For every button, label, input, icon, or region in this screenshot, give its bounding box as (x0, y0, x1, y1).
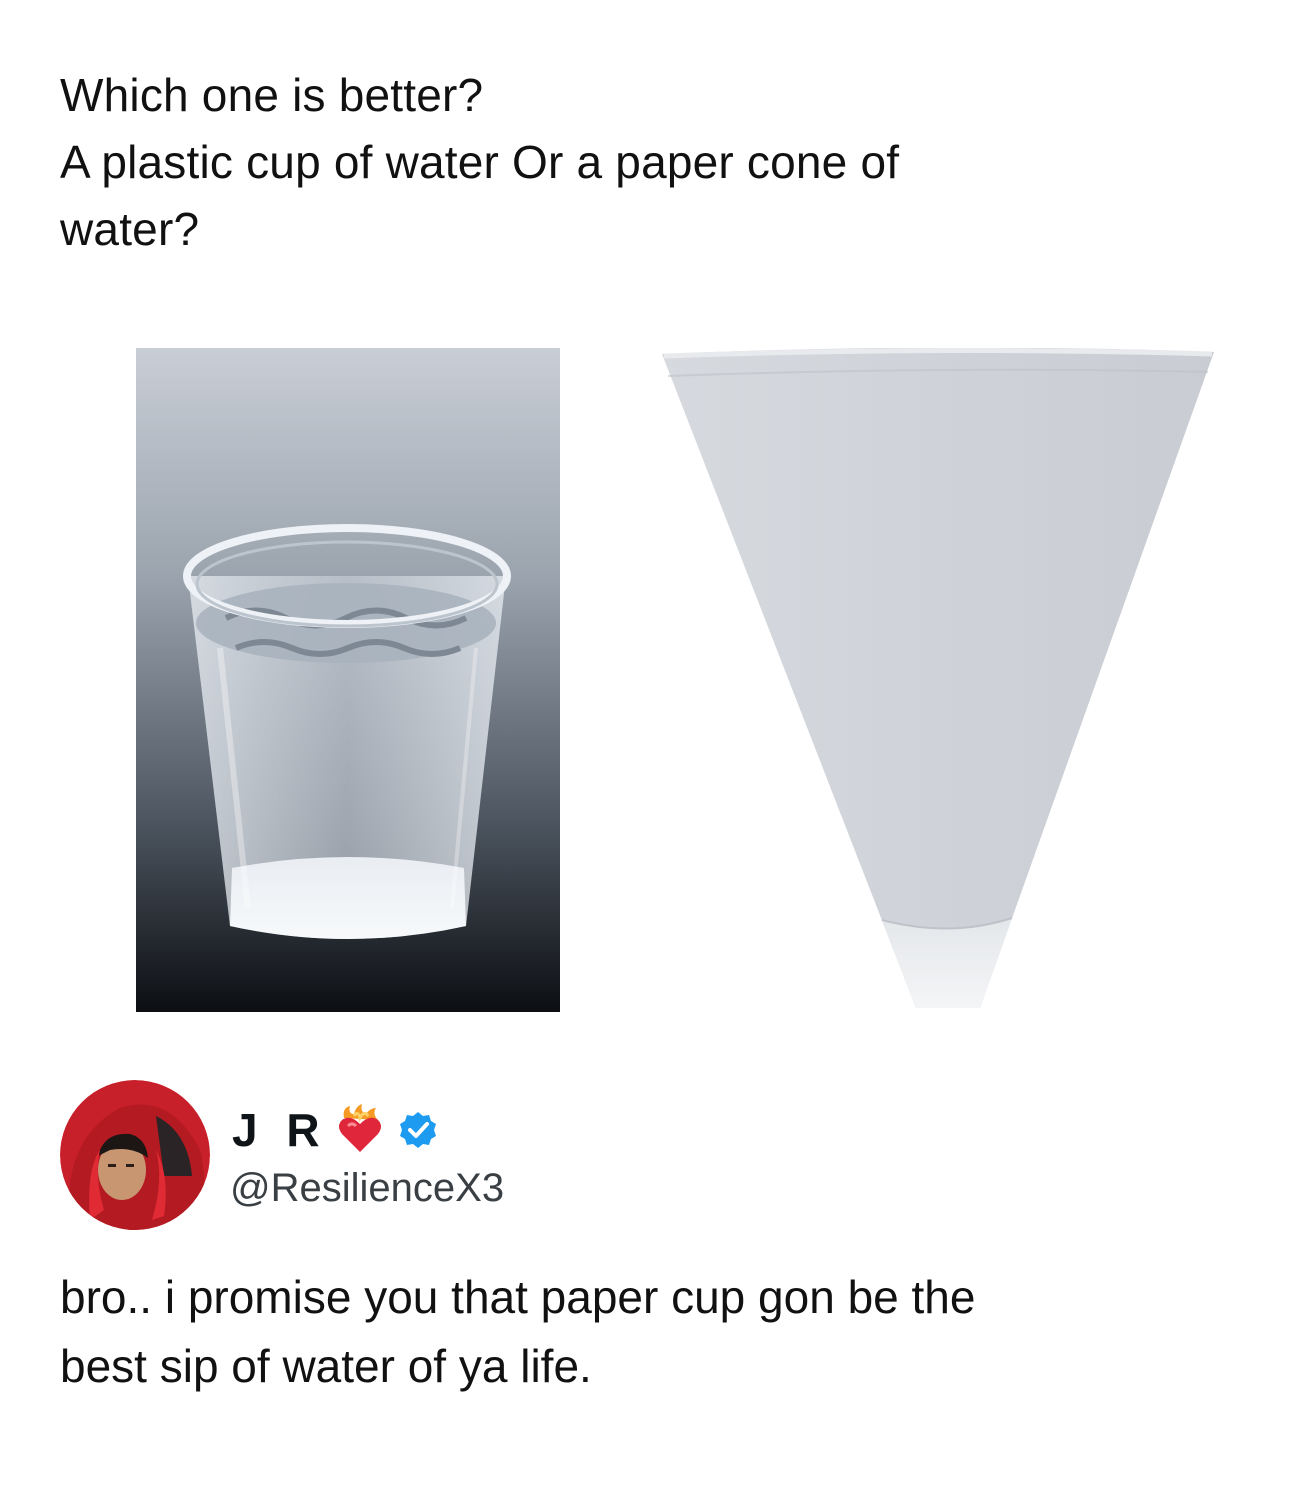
paper-cone-image[interactable] (660, 348, 1220, 1012)
question-line-3: water? (60, 203, 200, 255)
heart-on-fire-icon (334, 1104, 386, 1156)
verified-badge-icon[interactable] (396, 1108, 440, 1152)
question-line-2: A plastic cup of water Or a paper cone o… (60, 136, 900, 188)
plastic-cup-image[interactable] (136, 348, 560, 1012)
reply-line-2: best sip of water of ya life. (60, 1340, 592, 1392)
display-name[interactable]: J R (232, 1103, 328, 1157)
user-avatar[interactable] (60, 1080, 210, 1230)
user-handle[interactable]: @ResilienceX3 (230, 1166, 504, 1211)
reply-header: J R @ResilienceX3 (60, 1080, 1240, 1230)
reply-body: bro.. i promise you that paper cup gon b… (60, 1263, 1240, 1401)
reply-line-1: bro.. i promise you that paper cup gon b… (60, 1271, 976, 1323)
post-question: Which one is better? A plastic cup of wa… (60, 62, 1220, 263)
name-row: J R (232, 1102, 440, 1158)
question-line-1: Which one is better? (60, 69, 484, 121)
post-media (136, 348, 1236, 1012)
